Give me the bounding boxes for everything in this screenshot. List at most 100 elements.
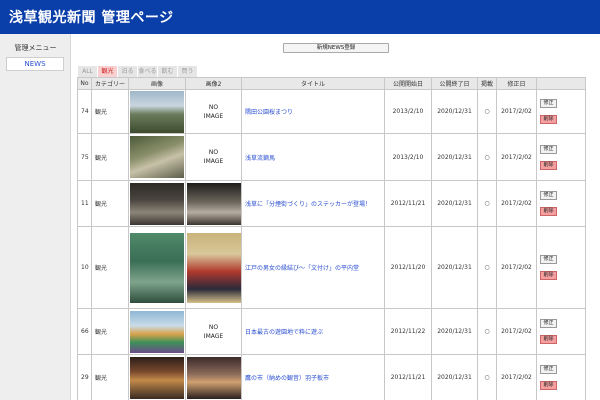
row-title-link[interactable]: 浅草に「分煙街づくり」のステッカーが登場！ bbox=[241, 180, 385, 227]
row-modified-date: 2017/2/02 bbox=[496, 133, 537, 181]
row-start-date: 2012/11/21 bbox=[384, 354, 432, 400]
row-category: 観光 bbox=[91, 226, 129, 309]
row-title-link[interactable]: 隅田公園桜まつり bbox=[241, 89, 385, 134]
row-published: ○ bbox=[477, 89, 497, 134]
row-image2 bbox=[185, 180, 242, 227]
row-end-date: 2020/12/31 bbox=[431, 133, 478, 181]
row-actions: 修正 削除 bbox=[536, 308, 586, 355]
row-image2 bbox=[185, 354, 242, 400]
row-published: ○ bbox=[477, 308, 497, 355]
row-title-link[interactable]: 日本最古の遊園地で粋に遊ぶ bbox=[241, 308, 385, 355]
row-number: 74 bbox=[77, 89, 92, 134]
row-title-link[interactable]: 鷹の市（納めの観音）羽子板市 bbox=[241, 354, 385, 400]
row-number: 66 bbox=[77, 308, 92, 355]
table-row: 11 観光 浅草に「分煙街づくり」のステッカーが登場！ 2012/11/21 2020/… bbox=[77, 180, 586, 227]
row-category: 観光 bbox=[91, 308, 129, 355]
row-start-date: 2013/2/10 bbox=[384, 133, 432, 181]
row-number: 75 bbox=[77, 133, 92, 181]
tab-2[interactable]: 泊る bbox=[118, 66, 138, 77]
thumbnail-image2 bbox=[186, 356, 241, 399]
row-modified-date: 2017/2/02 bbox=[496, 354, 537, 400]
row-start-date: 2012/11/20 bbox=[384, 226, 432, 309]
row-number: 29 bbox=[77, 354, 92, 400]
tab-0[interactable]: ALL bbox=[78, 66, 98, 77]
row-start-date: 2012/11/22 bbox=[384, 308, 432, 355]
new-news-button[interactable]: 新規NEWS登録 bbox=[283, 43, 389, 53]
row-published: ○ bbox=[477, 226, 497, 309]
delete-button[interactable]: 削除 bbox=[540, 335, 557, 344]
row-modified-date: 2017/2/02 bbox=[496, 180, 537, 227]
row-title-link[interactable]: 浅草流鏑馬 bbox=[241, 133, 385, 181]
column-header: カテゴリー bbox=[91, 77, 129, 90]
column-header: 画像 bbox=[128, 77, 186, 90]
edit-button[interactable]: 修正 bbox=[540, 255, 557, 264]
row-modified-date: 2017/2/02 bbox=[496, 226, 537, 309]
tab-3[interactable]: 食べる bbox=[138, 66, 158, 77]
row-number: 10 bbox=[77, 226, 92, 309]
column-header: タイトル bbox=[241, 77, 385, 90]
row-category: 観光 bbox=[91, 354, 129, 400]
thumbnail-image bbox=[130, 136, 184, 178]
delete-button[interactable]: 削除 bbox=[540, 160, 557, 170]
table-row: 66 観光 NO IMAGE 日本最古の遊園地で粋に遊ぶ 2012/11/22 2020/… bbox=[77, 308, 586, 355]
row-image bbox=[128, 354, 186, 400]
table-row: 29 観光 鷹の市（納めの観音）羽子板市 2012/11/21 2020/12/31 ○ 2… bbox=[77, 354, 586, 400]
row-end-date: 2020/12/31 bbox=[431, 180, 478, 227]
thumbnail-image bbox=[130, 90, 184, 133]
delete-button[interactable]: 削除 bbox=[540, 381, 557, 390]
row-category: 観光 bbox=[91, 180, 129, 227]
edit-button[interactable]: 修正 bbox=[540, 144, 557, 154]
row-image bbox=[128, 308, 186, 355]
row-actions: 修正 削除 bbox=[536, 180, 586, 227]
row-image2 bbox=[185, 226, 242, 309]
tab-4[interactable]: 飲む bbox=[158, 66, 178, 77]
delete-button[interactable]: 削除 bbox=[540, 271, 557, 280]
row-actions: 修正 削除 bbox=[536, 354, 586, 400]
column-header: 修正日 bbox=[496, 77, 537, 90]
news-table: No カテゴリー 画像 画像2 タイトル 公開開始日 公開終了日 掲載 修正日 74 観光 NO I… bbox=[77, 77, 586, 400]
row-number: 11 bbox=[77, 180, 92, 227]
row-image2: NO IMAGE bbox=[185, 133, 242, 181]
column-header: 画像2 bbox=[185, 77, 242, 90]
row-category: 観光 bbox=[91, 89, 129, 134]
sidebar: 管理メニュー NEWS bbox=[0, 34, 71, 400]
edit-button[interactable]: 修正 bbox=[540, 365, 557, 374]
thumbnail-image bbox=[130, 182, 184, 225]
no-image-text: NO IMAGE bbox=[203, 149, 224, 165]
edit-button[interactable]: 修正 bbox=[540, 99, 557, 108]
table-row: 10 観光 江戸の男女の縁結び～「文付け」の平内堂 2012/11/20 2020/12… bbox=[77, 226, 586, 309]
thumbnail-image2 bbox=[186, 182, 241, 225]
column-header: No bbox=[77, 77, 92, 90]
row-title-link[interactable]: 江戸の男女の縁結び～「文付け」の平内堂 bbox=[241, 226, 385, 309]
tab-1[interactable]: 観光 bbox=[98, 66, 118, 77]
table-row: 74 観光 NO IMAGE 隅田公園桜まつり 2013/2/10 2020/12/31 ○… bbox=[77, 89, 586, 134]
row-start-date: 2012/11/21 bbox=[384, 180, 432, 227]
row-published: ○ bbox=[477, 354, 497, 400]
row-end-date: 2020/12/31 bbox=[431, 226, 478, 309]
row-image bbox=[128, 226, 186, 309]
edit-button[interactable]: 修正 bbox=[540, 191, 557, 200]
row-image bbox=[128, 133, 186, 181]
row-actions: 修正 削除 bbox=[536, 89, 586, 134]
delete-button[interactable]: 削除 bbox=[540, 115, 557, 124]
column-header bbox=[536, 77, 586, 90]
row-image bbox=[128, 89, 186, 134]
sidebar-item-news[interactable]: NEWS bbox=[6, 57, 64, 71]
delete-button[interactable]: 削除 bbox=[540, 207, 557, 216]
thumbnail-image2 bbox=[186, 232, 241, 303]
no-image-text: NO IMAGE bbox=[203, 323, 224, 340]
edit-button[interactable]: 修正 bbox=[540, 319, 557, 328]
row-end-date: 2020/12/31 bbox=[431, 89, 478, 134]
no-image-text: NO IMAGE bbox=[203, 103, 224, 120]
row-actions: 修正 削除 bbox=[536, 226, 586, 309]
sidebar-heading: 管理メニュー bbox=[14, 44, 57, 52]
page-title: 浅草観光新聞 管理ページ bbox=[9, 10, 174, 26]
table-row: 75 観光 NO IMAGE 浅草流鏑馬 2013/2/10 2020/12/31 ○ 201… bbox=[77, 133, 586, 181]
column-header: 公開開始日 bbox=[384, 77, 432, 90]
category-tabs: ALL 観光 泊る 食べる 飲む 買う bbox=[78, 66, 198, 77]
thumbnail-image bbox=[130, 232, 184, 303]
tab-5[interactable]: 買う bbox=[178, 66, 198, 77]
row-image bbox=[128, 180, 186, 227]
column-header: 掲載 bbox=[477, 77, 497, 90]
row-modified-date: 2017/2/02 bbox=[496, 308, 537, 355]
